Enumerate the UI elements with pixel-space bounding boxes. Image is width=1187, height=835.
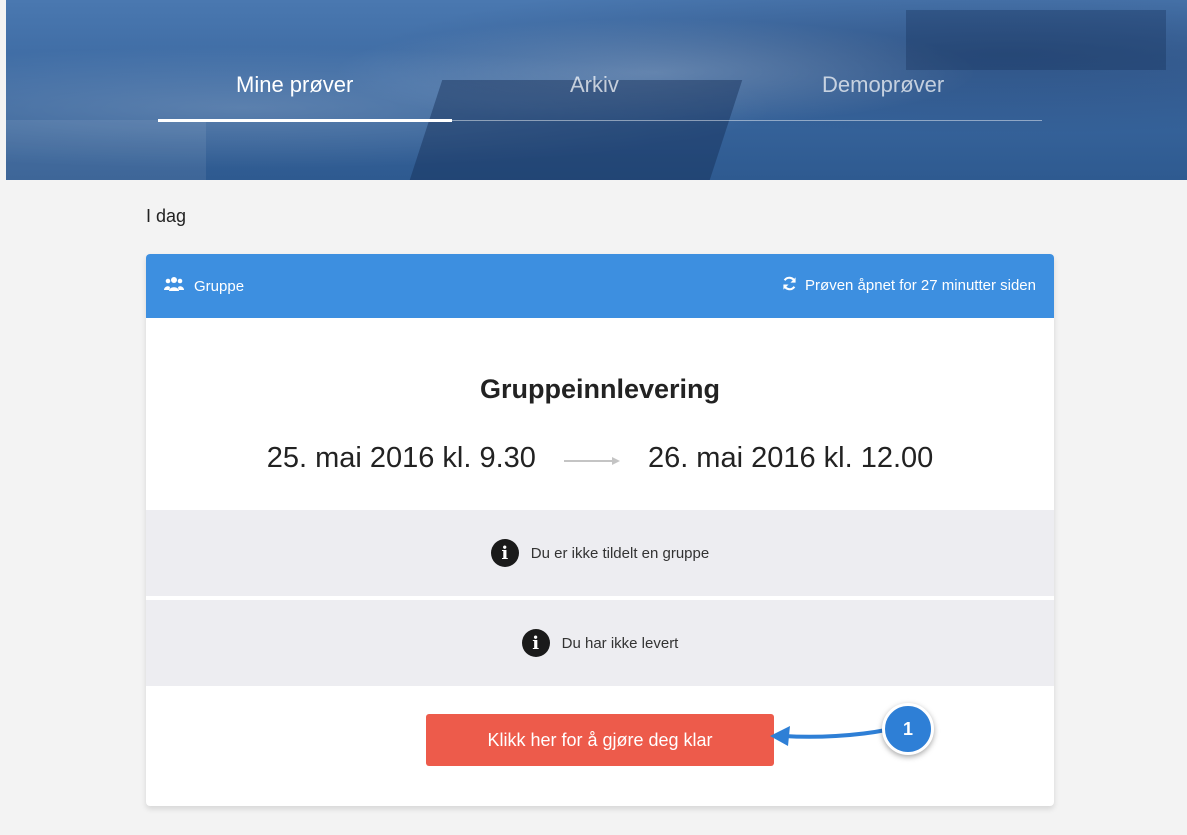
hero-background-shape xyxy=(6,120,206,180)
group-label: Gruppe xyxy=(194,277,245,295)
status-indicator: Prøven åpnet for 27 minutter siden xyxy=(782,276,1036,295)
main-tabs: Mine prøver Arkiv Demoprøver xyxy=(158,62,1042,122)
tab-demoprover[interactable]: Demoprøver xyxy=(822,72,944,98)
info-row-group: i Du er ikke tildelt en gruppe xyxy=(146,510,1054,596)
group-indicator: Gruppe xyxy=(164,276,244,296)
exam-title: Gruppeinnlevering xyxy=(479,374,721,404)
status-text: Prøven åpnet for 27 minutter siden xyxy=(805,277,1036,294)
card-header: Gruppe Prøven åpnet for 27 minutter side… xyxy=(146,254,1054,318)
info-icon: i xyxy=(521,629,550,657)
start-date: 25. mai 2016 kl. 9.30 xyxy=(266,442,536,474)
info-text: Du er ikke tildelt en gruppe xyxy=(530,544,710,562)
hero-background-shape xyxy=(906,10,1166,70)
users-icon xyxy=(164,276,184,296)
get-ready-button[interactable]: Klikk her for å gjøre deg klar xyxy=(426,714,774,766)
active-tab-indicator xyxy=(158,119,452,122)
tab-arkiv[interactable]: Arkiv xyxy=(570,72,619,98)
tab-mine-prover[interactable]: Mine prøver xyxy=(236,72,353,98)
exam-period: 25. mai 2016 kl. 9.30 26. mai 2016 kl. 1… xyxy=(146,442,1054,475)
refresh-icon xyxy=(782,276,797,295)
annotation-badge: 1 xyxy=(882,703,934,755)
info-icon: i xyxy=(490,539,519,567)
section-heading: I dag xyxy=(146,206,187,226)
info-row-delivery: i Du har ikke levert xyxy=(146,600,1054,686)
info-text: Du har ikke levert xyxy=(561,634,679,652)
arrow-right-icon xyxy=(562,442,622,475)
end-date: 26. mai 2016 kl. 12.00 xyxy=(647,442,934,474)
